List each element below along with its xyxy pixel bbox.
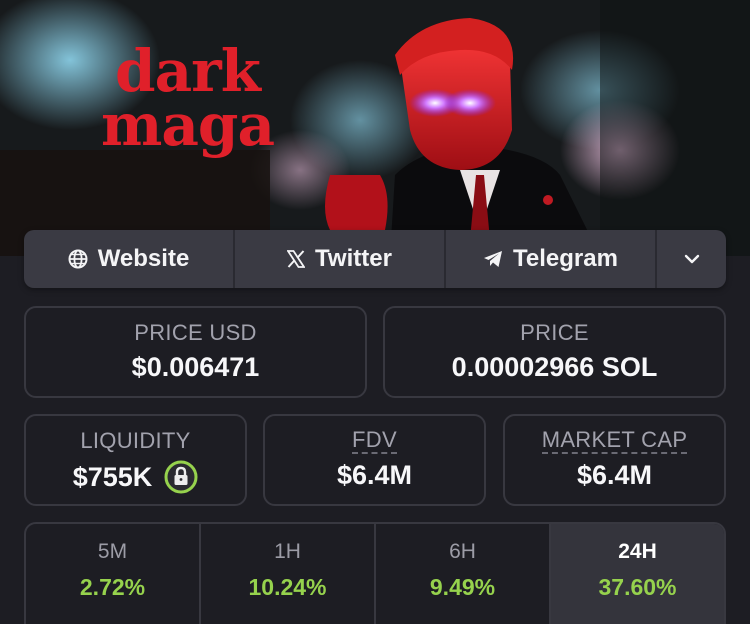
tab-6h-label: 6H — [449, 540, 476, 563]
telegram-label: Telegram — [513, 245, 618, 272]
website-label: Website — [97, 245, 190, 272]
tab-24h-label: 24H — [618, 540, 657, 563]
tab-1h[interactable]: 1H 10.24% — [201, 524, 376, 624]
lock-icon[interactable] — [164, 460, 198, 494]
price-native-value: 0.00002966 SOL — [451, 352, 658, 382]
tab-1h-label: 1H — [274, 540, 301, 563]
x-logo-icon — [287, 250, 306, 268]
banner-logo-line1: dark — [115, 37, 261, 105]
banner-logo-line2: maga — [100, 91, 275, 159]
banner-logo: dark maga — [100, 37, 275, 159]
price-usd-label: PRICE USD — [134, 320, 257, 345]
price-usd-value: $0.006471 — [131, 352, 260, 382]
social-links-bar: Website Twitter Telegram — [24, 230, 726, 288]
price-native-card: PRICE 0.00002966 SOL — [383, 306, 726, 398]
token-banner: dark maga — [0, 0, 750, 256]
price-usd-card: PRICE USD $0.006471 — [24, 306, 367, 398]
telegram-button[interactable]: Telegram — [446, 230, 657, 288]
tab-5m[interactable]: 5M 2.72% — [26, 524, 201, 624]
market-cap-card: MARKET CAP $6.4M — [503, 414, 726, 506]
tab-6h-change: 9.49% — [429, 574, 496, 600]
liquidity-row: $755K — [26, 460, 245, 494]
website-button[interactable]: Website — [24, 230, 235, 288]
fdv-value: $6.4M — [336, 460, 413, 490]
liquidity-label: LIQUIDITY — [80, 428, 191, 453]
globe-icon — [68, 249, 88, 269]
chevron-down-icon — [684, 254, 700, 264]
twitter-button[interactable]: Twitter — [235, 230, 446, 288]
market-cap-label[interactable]: MARKET CAP — [541, 428, 688, 454]
tab-5m-change: 2.72% — [79, 574, 146, 600]
price-change-tabs: 5M 2.72% 1H 10.24% 6H 9.49% 24H 37.60% — [24, 522, 726, 624]
price-native-label: PRICE — [520, 320, 589, 345]
liquidity-value: $755K — [72, 461, 153, 492]
twitter-label: Twitter — [315, 245, 392, 272]
tab-5m-label: 5M — [97, 540, 128, 563]
market-cap-value: $6.4M — [576, 460, 653, 490]
fdv-label[interactable]: FDV — [352, 428, 397, 454]
fdv-card: FDV $6.4M — [263, 414, 486, 506]
tab-1h-change: 10.24% — [248, 574, 327, 600]
liquidity-card: LIQUIDITY $755K — [24, 414, 247, 506]
telegram-icon — [483, 250, 503, 268]
tab-24h-change: 37.60% — [598, 574, 677, 600]
tab-24h[interactable]: 24H 37.60% — [551, 524, 724, 624]
tab-6h[interactable]: 6H 9.49% — [376, 524, 551, 624]
more-links-button[interactable] — [657, 230, 726, 288]
